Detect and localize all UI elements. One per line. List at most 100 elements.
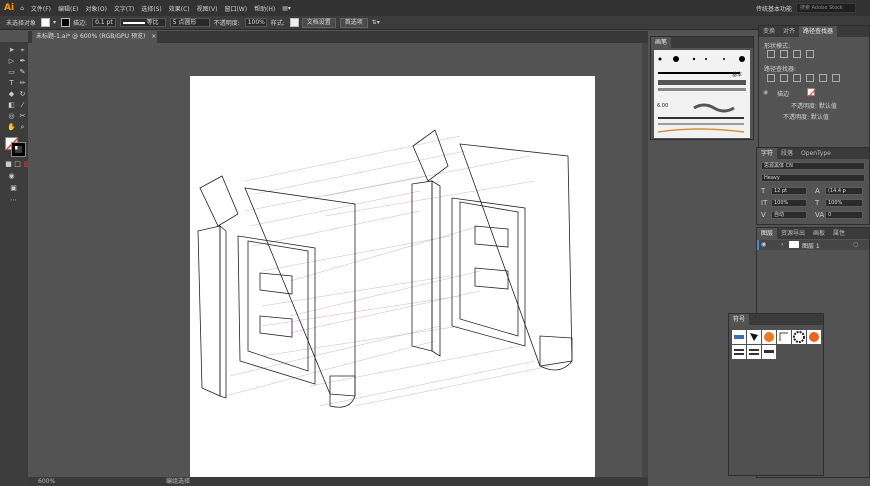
unite-icon[interactable] xyxy=(767,50,775,58)
type-tool-icon[interactable]: T xyxy=(7,79,16,88)
target-circle-icon[interactable]: ○ xyxy=(853,241,858,248)
document-tab[interactable]: 未标题-1.ai* @ 600% (RGB/GPU 预览) × xyxy=(32,31,157,43)
vertical-scrollbar[interactable] xyxy=(642,43,648,477)
tab-asset-export[interactable]: 资源导出 xyxy=(777,228,809,239)
vertical-scale-field[interactable]: 100% xyxy=(771,199,807,207)
hand-tool-icon[interactable]: ✋ xyxy=(7,123,16,132)
tracking-field[interactable]: 0 xyxy=(825,211,863,219)
divide-icon[interactable] xyxy=(767,74,775,82)
tab-brushes[interactable]: 画笔 xyxy=(651,37,672,48)
default-colors-icon[interactable]: ■ xyxy=(4,160,13,169)
menu-window[interactable]: 窗口(W) xyxy=(224,4,247,13)
tab-properties[interactable]: 属性 xyxy=(829,228,849,239)
symbol-swatch-2[interactable] xyxy=(747,330,761,344)
fill-swatch[interactable] xyxy=(41,18,51,27)
zoom-tool-icon[interactable]: ⌕ xyxy=(18,123,27,132)
intersect-icon[interactable] xyxy=(793,50,801,58)
tab-layers[interactable]: 图层 xyxy=(757,228,778,239)
pencil-tool-icon[interactable]: ✏ xyxy=(18,79,27,88)
more-tools-icon[interactable]: ⋯ xyxy=(9,196,18,205)
drawing-mode-icon[interactable]: ◉ xyxy=(7,172,16,181)
tab-opentype[interactable]: OpenType xyxy=(797,148,835,159)
symbol-swatch-4[interactable] xyxy=(777,330,791,344)
visibility-eye-icon[interactable]: ◉ xyxy=(761,241,766,248)
stroke-weight-field[interactable]: 0.1 pt xyxy=(92,18,116,27)
menu-help[interactable]: 帮助(H) xyxy=(254,4,275,13)
chevron-down-icon[interactable]: ▾ xyxy=(53,19,56,26)
magic-wand-icon[interactable]: ▷ xyxy=(7,57,16,66)
menu-effect[interactable]: 效果(C) xyxy=(169,4,190,13)
symbol-swatch-5[interactable] xyxy=(792,330,806,344)
layer-row[interactable]: ◉ › 图层 1 ○ xyxy=(757,240,869,250)
menu-view[interactable]: 视图(V) xyxy=(197,4,218,13)
gradient-tool-icon[interactable]: ◧ xyxy=(7,101,16,110)
menu-edit[interactable]: 编辑(E) xyxy=(58,4,78,13)
document-setup-button[interactable]: 文档设置 xyxy=(301,17,336,28)
style-swatch[interactable] xyxy=(289,18,299,27)
arrange-icon[interactable]: ⇅▾ xyxy=(372,19,380,26)
eyedropper-tool-icon[interactable]: ⁄ xyxy=(18,101,27,110)
symbol-swatch-6[interactable] xyxy=(807,330,821,344)
brush-select[interactable]: 5 点圆形 xyxy=(169,18,210,27)
blend-tool-icon[interactable]: ✂ xyxy=(18,112,27,121)
pen-tool-icon[interactable]: ✒ xyxy=(18,57,27,66)
kerning-field[interactable]: 自动 xyxy=(771,211,807,219)
menu-object[interactable]: 对象(O) xyxy=(86,4,107,13)
shape-builder-icon[interactable]: ◎ xyxy=(7,112,16,121)
stroke-swatch[interactable] xyxy=(61,18,71,27)
screen-mode-icon[interactable]: ▣ xyxy=(9,184,18,193)
close-icon[interactable]: × xyxy=(151,33,156,40)
selection-tool-icon[interactable]: ➤ xyxy=(7,46,16,55)
horizontal-scale-field[interactable]: 100% xyxy=(825,199,863,207)
brush-tool-icon[interactable]: ✎ xyxy=(18,68,27,77)
menu-select[interactable]: 选择(S) xyxy=(141,4,162,13)
leading-field[interactable]: (14.4 p xyxy=(825,187,863,195)
font-style-select[interactable]: Heavy xyxy=(761,174,865,182)
home-icon[interactable]: ⌂ xyxy=(20,5,24,12)
symbol-swatch-3[interactable] xyxy=(762,330,776,344)
eye-icon[interactable]: ◉ xyxy=(763,89,768,96)
trim-icon[interactable] xyxy=(780,74,788,82)
minus-back-icon[interactable] xyxy=(832,74,840,82)
expand-arrow-icon[interactable]: › xyxy=(781,241,783,248)
symbol-swatch-9[interactable] xyxy=(762,345,776,359)
workspace-switcher[interactable]: 传统基本功能 xyxy=(756,4,792,13)
stroke-none-swatch[interactable] xyxy=(807,88,816,97)
menu-file[interactable]: 文件(F) xyxy=(31,4,51,13)
font-family-select[interactable]: 思源黑体 CN xyxy=(761,162,865,170)
arrange-documents-icon[interactable]: ▤▾ xyxy=(282,5,291,12)
rectangle-tool-icon[interactable]: ▭ xyxy=(7,68,16,77)
tab-symbols[interactable]: 符号 xyxy=(729,314,750,325)
stroke-profile-select[interactable]: 等比 xyxy=(119,18,166,27)
symbol-swatch-8[interactable] xyxy=(747,345,761,359)
crop-icon[interactable] xyxy=(806,74,814,82)
tab-transform[interactable]: 变换 xyxy=(759,26,779,37)
tab-paragraph[interactable]: 段落 xyxy=(777,148,797,159)
tab-character[interactable]: 字符 xyxy=(757,148,778,159)
tab-artboards[interactable]: 画板 xyxy=(809,228,829,239)
font-size-field[interactable]: 12 pt xyxy=(771,187,807,195)
zoom-level[interactable]: 600% xyxy=(38,477,55,486)
stock-search-input[interactable]: 搜索 Adobe Stock xyxy=(796,3,856,13)
brush-library-list[interactable]: 基本 6.00 xyxy=(654,50,750,138)
exclude-icon[interactable] xyxy=(806,50,814,58)
preferences-button[interactable]: 首选项 xyxy=(339,17,368,28)
artwork-3d-text[interactable] xyxy=(190,76,595,477)
merge-icon[interactable] xyxy=(793,74,801,82)
layer-name[interactable]: 图层 1 xyxy=(802,241,820,250)
eraser-tool-icon[interactable]: ◆ xyxy=(7,90,16,99)
tab-pathfinder[interactable]: 路径查找器 xyxy=(799,26,838,37)
minus-front-icon[interactable] xyxy=(780,50,788,58)
leading-icon: A xyxy=(815,187,820,195)
direct-selection-tool-icon[interactable]: ⌖ xyxy=(18,46,27,55)
menu-type[interactable]: 文字(T) xyxy=(114,4,134,13)
tab-align[interactable]: 对齐 xyxy=(779,26,799,37)
stroke-indicator[interactable] xyxy=(12,143,25,156)
rotate-tool-icon[interactable]: ↻ xyxy=(18,90,27,99)
color-mode-icon[interactable]: □ xyxy=(13,160,22,169)
opacity-label[interactable]: 不透明度: xyxy=(214,18,240,27)
symbol-swatch-1[interactable] xyxy=(732,330,746,344)
outline-icon[interactable] xyxy=(819,74,827,82)
opacity-field[interactable]: 100% xyxy=(244,18,267,27)
symbol-swatch-7[interactable] xyxy=(732,345,746,359)
